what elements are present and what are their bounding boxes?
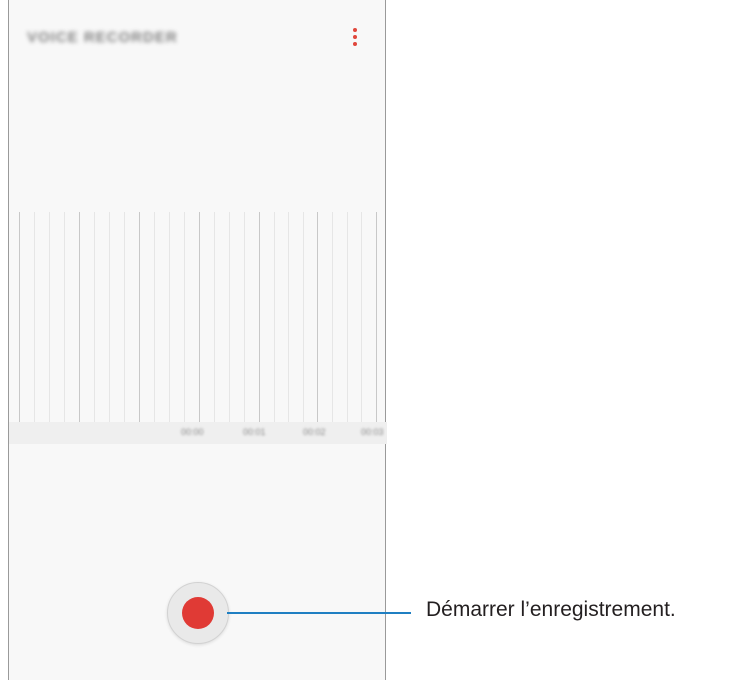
waveform-major-line: [376, 212, 377, 422]
waveform-minor-line: [184, 212, 185, 422]
more-dot: [353, 35, 357, 39]
waveform-minor-line: [34, 212, 35, 422]
waveform-minor-line: [244, 212, 245, 422]
callout-text: Démarrer l’enregistrement.: [426, 598, 676, 621]
waveform-minor-line: [288, 212, 289, 422]
waveform-minor-line: [302, 212, 304, 422]
waveform-major-line: [259, 212, 260, 422]
more-dot: [353, 42, 357, 46]
manual-page: VOICE RECORDER 00:00 00:01 00:02 00:03 Déma…: [0, 0, 735, 680]
more-dot: [353, 28, 357, 32]
waveform-area: [19, 212, 385, 422]
voice-recorder-screen: VOICE RECORDER 00:00 00:01 00:02 00:03: [8, 0, 387, 680]
waveform-major-line: [19, 212, 20, 422]
timeline-strip: 00:00 00:01 00:02 00:03: [9, 422, 387, 444]
waveform-minor-line: [49, 212, 50, 422]
timeline-label: 00:01: [243, 427, 266, 437]
waveform-minor-line: [109, 212, 110, 422]
waveform-major-line: [139, 212, 140, 422]
callout-line: [227, 612, 411, 614]
timeline-label: 00:00: [181, 427, 204, 437]
waveform-minor-line: [154, 212, 155, 422]
waveform-minor-line: [346, 212, 348, 422]
waveform-minor-line: [64, 212, 65, 422]
app-title: VOICE RECORDER: [27, 29, 178, 46]
more-options-icon[interactable]: [347, 24, 363, 50]
waveform-minor-line: [94, 212, 95, 422]
timeline-label: 00:02: [303, 427, 326, 437]
waveform-minor-line: [214, 212, 215, 422]
app-bar: VOICE RECORDER: [9, 0, 385, 80]
waveform-major-line: [199, 212, 200, 422]
waveform-minor-line: [169, 212, 170, 422]
timeline-label: 00:03: [361, 427, 384, 437]
record-button[interactable]: [167, 582, 229, 644]
waveform-minor-line: [273, 212, 275, 422]
waveform-major-line: [79, 212, 80, 422]
waveform-minor-line: [124, 212, 125, 422]
waveform-minor-line: [331, 212, 333, 422]
waveform-major-line: [317, 212, 318, 422]
waveform-minor-line: [229, 212, 230, 422]
record-icon: [182, 597, 214, 629]
waveform-minor-line: [361, 212, 363, 422]
